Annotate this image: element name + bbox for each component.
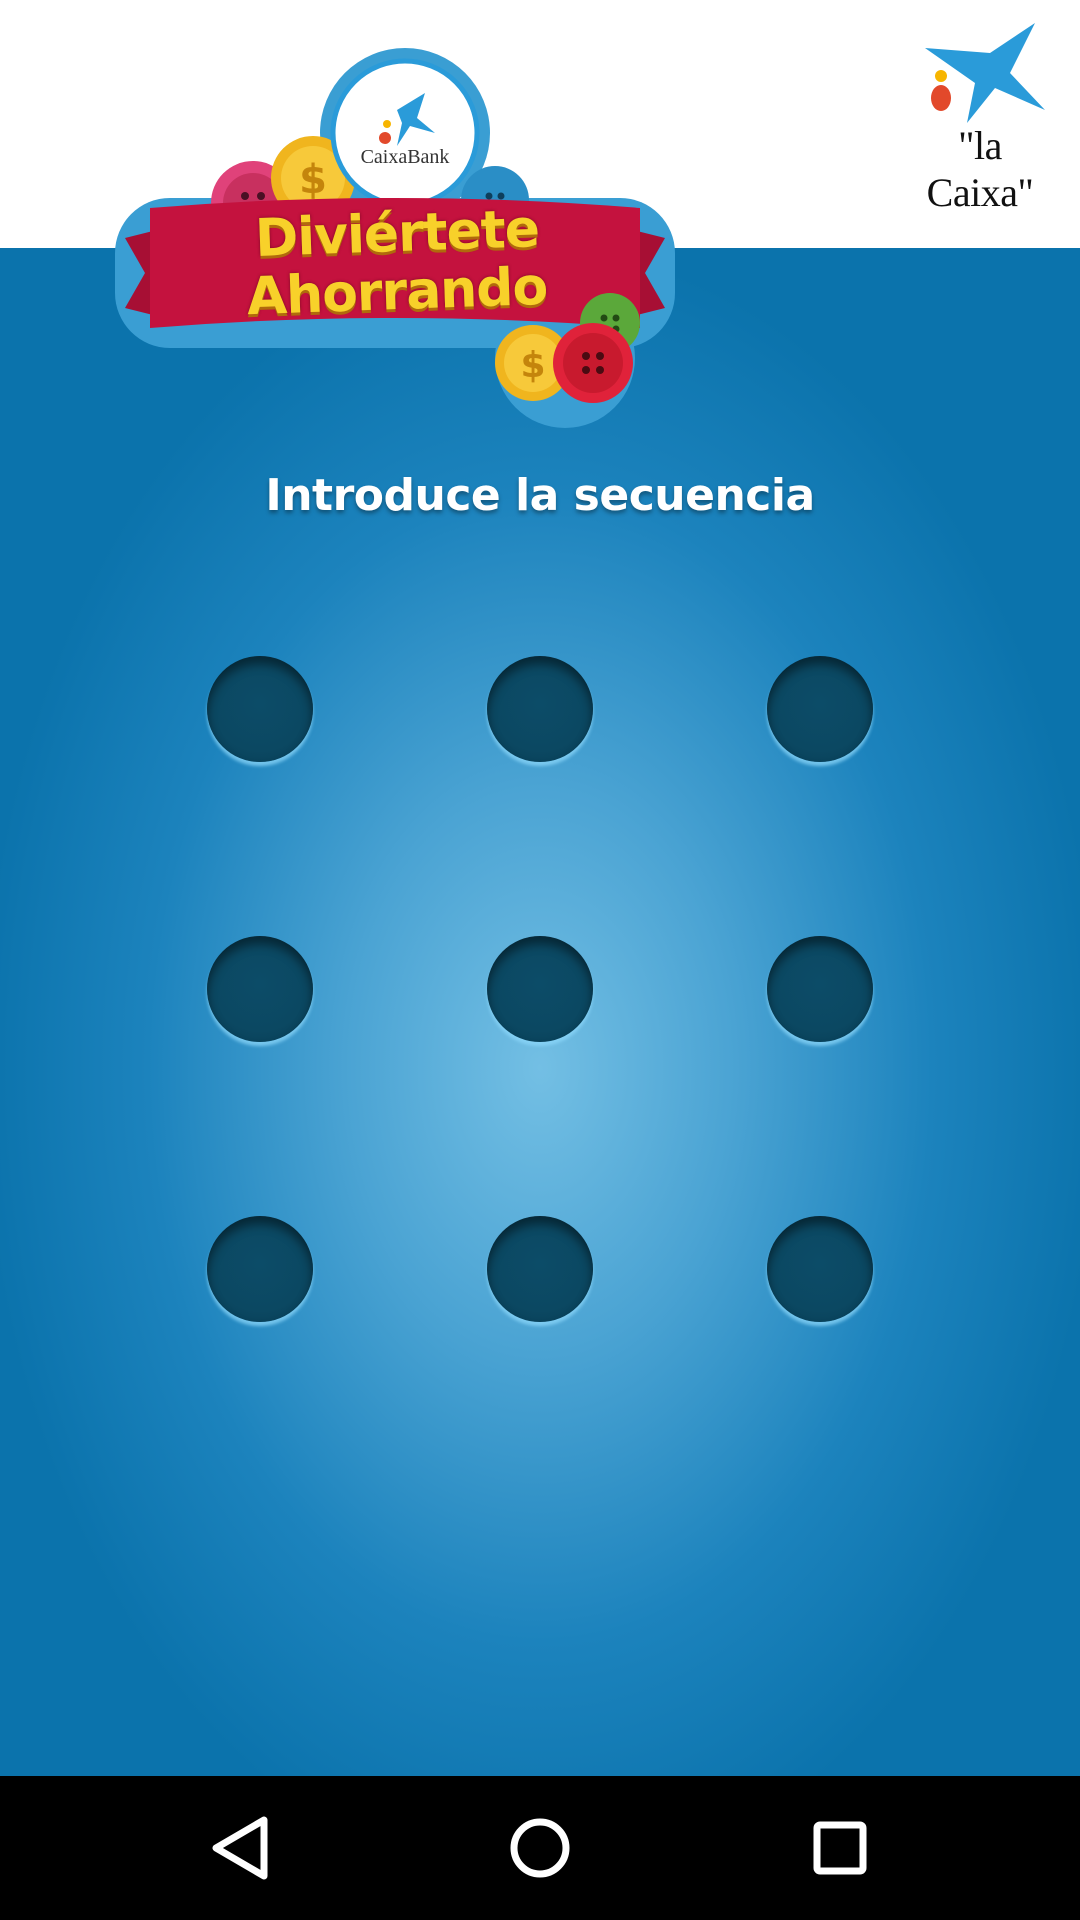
square-recents-icon	[813, 1821, 867, 1875]
game-logo: $ $ CaixaBank Diviértete Ahorrando	[105, 38, 685, 428]
navigation-bar	[0, 1776, 1080, 1920]
pattern-dot-4[interactable]	[207, 936, 313, 1042]
triangle-back-icon	[212, 1816, 268, 1880]
pattern-dot-8[interactable]	[487, 1216, 593, 1322]
la-caixa-logo: "la Caixa"	[905, 18, 1055, 215]
pattern-dot-3[interactable]	[767, 656, 873, 762]
la-caixa-logo-text: "la Caixa"	[926, 123, 1034, 215]
svg-text:$: $	[299, 157, 327, 203]
svg-text:$: $	[520, 345, 545, 386]
home-button[interactable]	[490, 1798, 590, 1898]
game-logo-badge-text: CaixaBank	[360, 146, 450, 168]
pattern-dot-5[interactable]	[487, 936, 593, 1042]
circle-home-icon	[510, 1818, 570, 1878]
recents-button[interactable]	[790, 1798, 890, 1898]
pattern-dot-7[interactable]	[207, 1216, 313, 1322]
pattern-dot-1[interactable]	[207, 656, 313, 762]
pattern-dot-2[interactable]	[487, 656, 593, 762]
pattern-dot-6[interactable]	[767, 936, 873, 1042]
pattern-dot-9[interactable]	[767, 1216, 873, 1322]
sequence-prompt: Introduce la secuencia	[265, 470, 815, 521]
back-button[interactable]	[190, 1798, 290, 1898]
